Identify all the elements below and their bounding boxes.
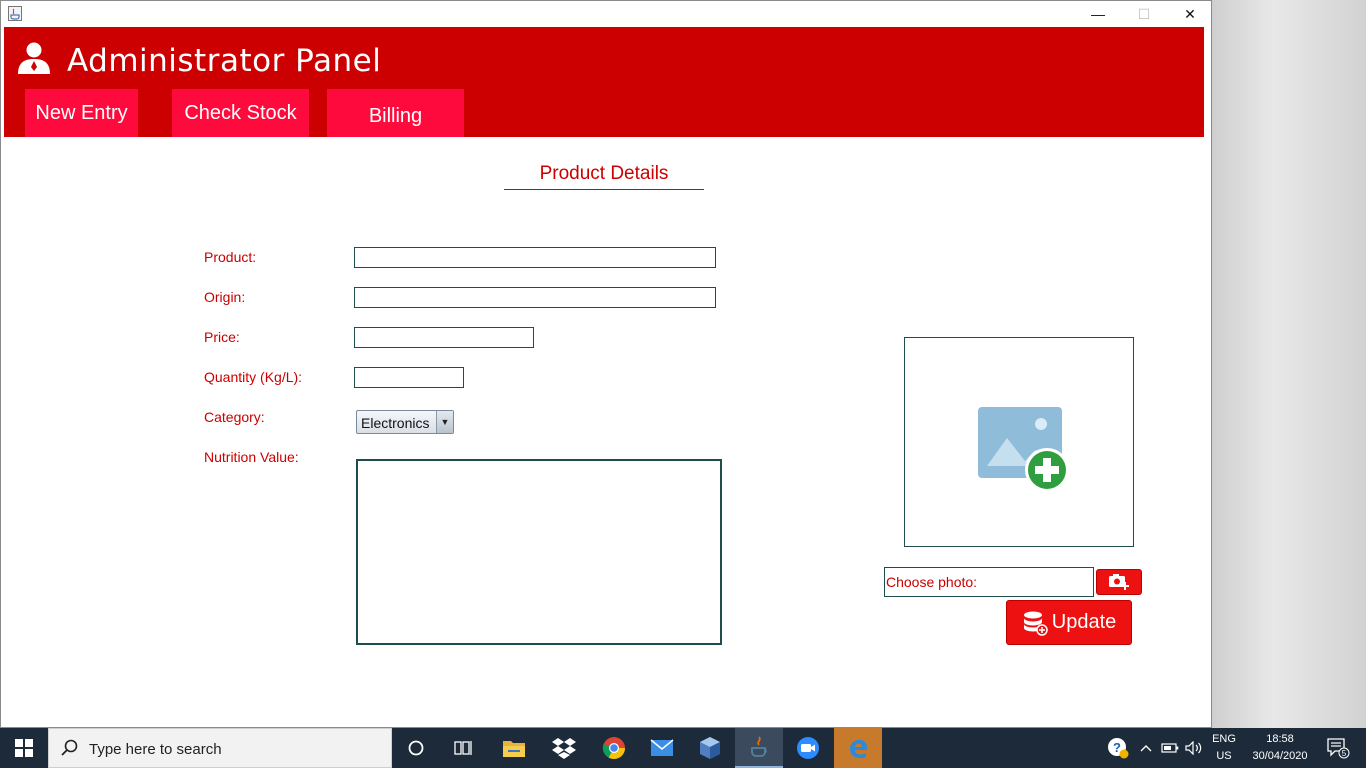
search-icon xyxy=(61,739,78,756)
title-bar: — ☐ ✕ xyxy=(1,1,1211,27)
category-selected-value: Electronics xyxy=(361,415,430,431)
chevron-down-icon[interactable]: ▼ xyxy=(436,411,453,433)
zoom-icon[interactable] xyxy=(784,728,832,768)
product-field[interactable] xyxy=(354,247,716,268)
dropbox-icon[interactable] xyxy=(540,728,588,768)
file-explorer-icon[interactable] xyxy=(490,728,538,768)
category-select[interactable]: Electronics ▼ xyxy=(356,410,454,434)
page-title: Administrator Panel xyxy=(67,43,382,79)
clock-date: 30/04/2020 xyxy=(1252,750,1308,762)
choose-photo-field[interactable]: Choose photo: xyxy=(884,567,1094,597)
add-image-icon xyxy=(978,407,1069,492)
nutrition-label: Nutrition Value: xyxy=(204,449,299,465)
desktop-background xyxy=(1212,0,1366,728)
task-view-icon[interactable] xyxy=(440,728,488,768)
taskbar-search[interactable]: Type here to search xyxy=(48,728,392,768)
cortana-icon[interactable] xyxy=(392,728,440,768)
notification-count: 5 xyxy=(1342,749,1347,758)
chrome-icon[interactable] xyxy=(590,728,638,768)
database-icon xyxy=(1023,611,1048,636)
tab-check-stock[interactable]: Check Stock xyxy=(172,89,309,137)
photo-preview[interactable] xyxy=(904,337,1134,547)
chevron-up-icon[interactable] xyxy=(1136,728,1156,768)
update-button[interactable]: Update xyxy=(1006,600,1132,645)
volume-icon[interactable] xyxy=(1182,728,1206,768)
virtualbox-icon[interactable] xyxy=(686,728,734,768)
clock-time[interactable]: 18:58 xyxy=(1244,733,1316,745)
quantity-field[interactable] xyxy=(354,367,464,388)
choose-photo-button[interactable] xyxy=(1096,569,1142,595)
product-label: Product: xyxy=(204,249,257,265)
mail-icon[interactable] xyxy=(638,728,686,768)
taskbar: Type here to search ? ENG US 18:58 30/04… xyxy=(0,728,1366,768)
quantity-label: Quantity (Kg/L): xyxy=(204,369,303,385)
section-title: Product Details xyxy=(504,163,704,190)
battery-icon[interactable] xyxy=(1158,728,1182,768)
search-placeholder: Type here to search xyxy=(89,741,222,758)
edge-icon[interactable] xyxy=(834,728,882,768)
java-app-icon[interactable] xyxy=(735,728,783,768)
close-button[interactable]: ✕ xyxy=(1167,1,1213,27)
update-label: Update xyxy=(1051,611,1117,633)
origin-field[interactable] xyxy=(354,287,716,308)
origin-label: Origin: xyxy=(204,289,246,305)
help-icon[interactable]: ? xyxy=(1100,728,1136,768)
maximize-button[interactable]: ☐ xyxy=(1121,1,1167,27)
notification-icon[interactable]: 5 xyxy=(1318,728,1358,768)
language-indicator[interactable]: ENG xyxy=(1210,733,1238,745)
category-label: Category: xyxy=(204,409,265,425)
admin-header: Administrator Panel New Entry Check Stoc… xyxy=(4,27,1204,137)
minimize-button[interactable]: — xyxy=(1075,1,1121,27)
tab-billing[interactable]: Billing xyxy=(327,89,464,137)
price-label: Price: xyxy=(204,329,240,345)
camera-add-icon xyxy=(1109,574,1129,590)
price-field[interactable] xyxy=(354,327,534,348)
user-icon xyxy=(18,42,50,74)
windows-start-icon[interactable] xyxy=(0,728,48,768)
nutrition-textarea[interactable] xyxy=(356,459,722,645)
app-window: — ☐ ✕ Administrator Panel New Entry Chec… xyxy=(0,0,1212,728)
region-indicator: US xyxy=(1216,750,1232,762)
tab-new-entry[interactable]: New Entry xyxy=(25,89,138,137)
java-icon xyxy=(8,6,22,21)
